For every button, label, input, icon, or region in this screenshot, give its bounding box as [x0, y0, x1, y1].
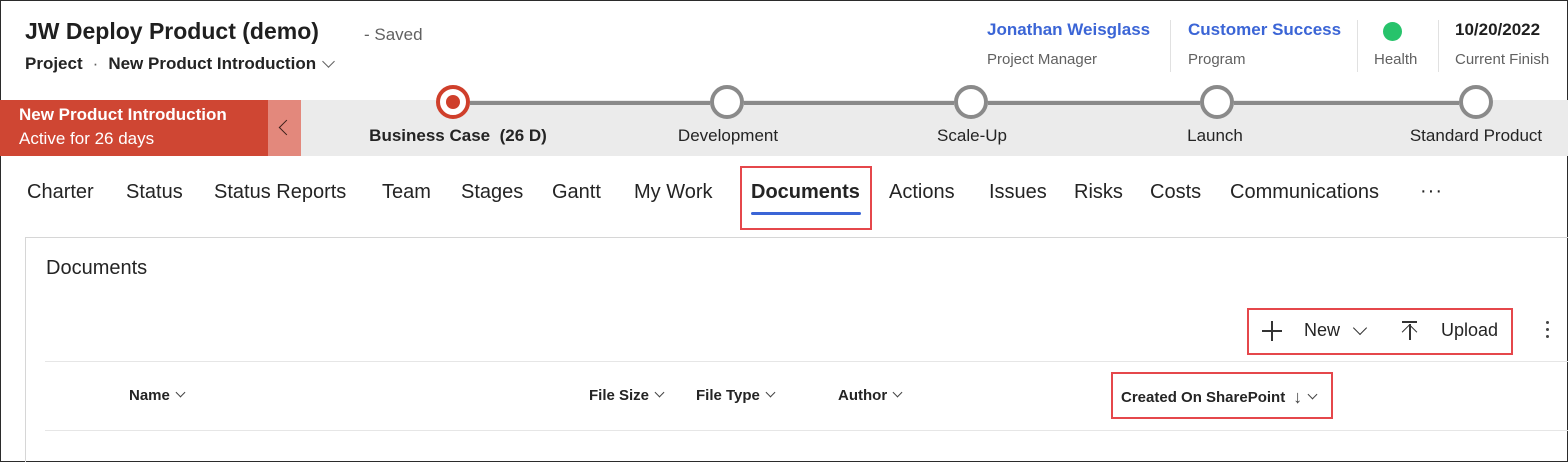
- more-options-icon[interactable]: [1546, 321, 1550, 341]
- divider: [45, 361, 1568, 362]
- tab-gantt[interactable]: Gantt: [552, 181, 601, 204]
- column-label: File Size: [589, 387, 650, 404]
- project-manager-link[interactable]: Jonathan Weisglass: [987, 20, 1150, 40]
- collapse-process-button[interactable]: [268, 100, 301, 156]
- divider: [1357, 20, 1358, 72]
- tab-costs[interactable]: Costs: [1150, 181, 1201, 204]
- column-label: Name: [129, 387, 170, 404]
- divider: [1438, 20, 1439, 72]
- active-process-panel[interactable]: New Product Introduction Active for 26 d…: [0, 100, 268, 156]
- save-status: - Saved: [364, 25, 423, 44]
- stage-node-standard-product[interactable]: [1459, 85, 1493, 119]
- section-title: Documents: [46, 257, 148, 279]
- stage-label-standard-product[interactable]: Standard Product: [1410, 126, 1542, 146]
- health-field: Health: [1374, 20, 1417, 68]
- highlight-box: [740, 166, 872, 230]
- stage-connector: [744, 101, 954, 105]
- chevron-left-icon: [278, 119, 295, 136]
- column-header-author[interactable]: Author: [838, 387, 903, 404]
- stage-node-business-case[interactable]: [436, 85, 470, 119]
- program-link[interactable]: Customer Success: [1188, 20, 1341, 40]
- record-subtitle: Project · New Product Introduction: [25, 54, 335, 74]
- chevron-down-icon: [765, 387, 776, 398]
- health-label: Health: [1374, 51, 1418, 68]
- stage-connector: [470, 101, 710, 105]
- stage-connector: [1234, 101, 1459, 105]
- column-header-file-type[interactable]: File Type: [696, 387, 776, 404]
- chevron-down-icon[interactable]: [322, 54, 335, 68]
- highlight-box: [1111, 372, 1333, 419]
- column-label: File Type: [696, 387, 760, 404]
- column-label: Author: [838, 387, 888, 404]
- form-selector[interactable]: New Product Introduction: [108, 54, 316, 74]
- health-status-icon: [1383, 22, 1402, 41]
- project-manager-label: Project Manager: [987, 51, 1098, 68]
- tab-stages[interactable]: Stages: [461, 181, 523, 204]
- current-finish-field: 10/20/2022 Current Finish: [1455, 20, 1549, 68]
- stage-node-development[interactable]: [710, 85, 744, 119]
- column-header-name[interactable]: Name: [129, 387, 186, 404]
- tab-status-reports[interactable]: Status Reports: [214, 181, 346, 204]
- active-process-duration: Active for 26 days: [19, 129, 155, 148]
- more-tabs-button[interactable]: ···: [1420, 180, 1443, 203]
- project-manager-field: Jonathan Weisglass Project Manager: [987, 20, 1150, 68]
- current-finish-label: Current Finish: [1455, 51, 1550, 68]
- stage-label-development[interactable]: Development: [678, 126, 778, 146]
- divider: [1170, 20, 1171, 72]
- stage-node-scale-up[interactable]: [954, 85, 988, 119]
- tab-status[interactable]: Status: [126, 181, 183, 204]
- chevron-down-icon: [654, 387, 665, 398]
- chevron-down-icon: [175, 387, 186, 398]
- tab-actions[interactable]: Actions: [889, 181, 955, 204]
- program-field: Customer Success Program: [1188, 20, 1341, 68]
- tab-risks[interactable]: Risks: [1074, 181, 1123, 204]
- entity-type: Project: [25, 54, 83, 73]
- separator: ·: [92, 54, 99, 73]
- column-header-file-size[interactable]: File Size: [589, 387, 665, 404]
- stage-label-scale-up[interactable]: Scale-Up: [937, 126, 1007, 146]
- divider: [45, 430, 1568, 431]
- current-finish-value: 10/20/2022: [1455, 20, 1541, 39]
- tab-issues[interactable]: Issues: [989, 181, 1047, 204]
- stage-connector: [988, 101, 1200, 105]
- tab-charter[interactable]: Charter: [27, 181, 94, 204]
- highlight-box: [1247, 308, 1513, 355]
- record-title: JW Deploy Product (demo): [25, 18, 319, 44]
- stage-node-launch[interactable]: [1200, 85, 1234, 119]
- active-process-title: New Product Introduction: [19, 105, 227, 124]
- program-label: Program: [1188, 51, 1246, 68]
- tab-communications[interactable]: Communications: [1230, 181, 1379, 204]
- stage-name: Business Case: [369, 126, 491, 145]
- stage-label-business-case[interactable]: Business Case (26 D): [369, 126, 547, 146]
- stage-duration: (26 D): [499, 126, 547, 145]
- tab-team[interactable]: Team: [382, 181, 431, 204]
- stage-label-launch[interactable]: Launch: [1187, 126, 1243, 146]
- chevron-down-icon: [892, 387, 903, 398]
- tab-my-work[interactable]: My Work: [634, 181, 713, 204]
